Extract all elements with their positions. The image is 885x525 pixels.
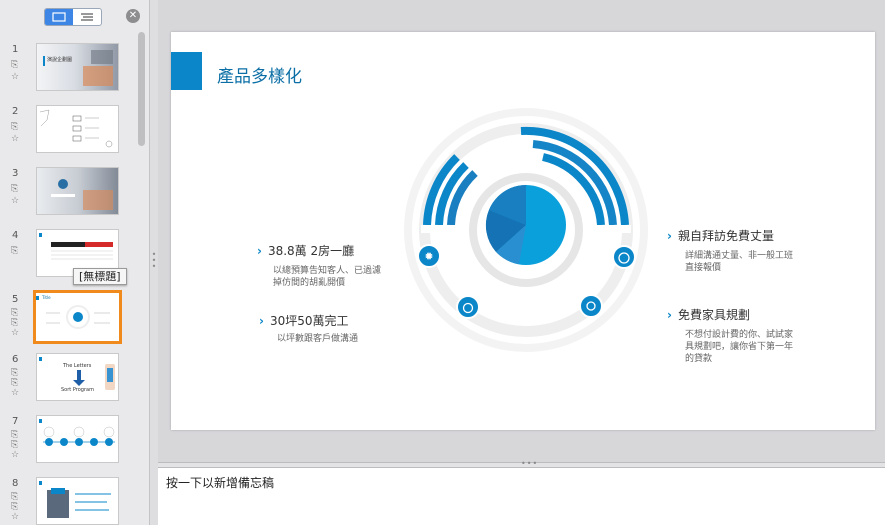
pie-chart <box>485 185 566 265</box>
slide-navigator: ✕ 1 ⎘ ☆ 演說企劃圖 2 ⎘ ☆ 3 ⎘ ☆ 4 ⎘ 5 ⎘ ⎘ ☆ Ti… <box>0 0 150 525</box>
gauge-icon <box>612 245 636 269</box>
chevron-right-icon: › <box>257 244 262 258</box>
bullet-area-body: 以坪數跟客戶做溝通 <box>277 334 359 344</box>
bullet-budget-title: 38.8萬 2房一廳 <box>267 244 355 258</box>
chevron-right-icon: › <box>667 308 672 322</box>
slide-number: 6 <box>12 354 19 365</box>
slide-6-heading-text: The Letters <box>63 363 92 369</box>
slide-editor[interactable]: 產品多樣化 ✹ › 38.8萬 2房一廳 以總預算告知客人、已過濾掉仿間的胡亂開… <box>171 32 875 430</box>
slide-thumbnail[interactable] <box>36 105 119 153</box>
navigator-toolbar: ✕ <box>0 0 150 32</box>
slide-number: 7 <box>12 416 19 427</box>
bullet-budget[interactable]: › 38.8萬 2房一廳 <box>257 242 354 259</box>
slide-link-icon: ⎘ <box>11 502 19 512</box>
slide-link-icon: ⎘ <box>11 492 19 502</box>
splitter-handle-icon: ••• <box>521 459 539 468</box>
slide-3-preview <box>37 168 118 214</box>
slide-link-icon: ⎘ <box>11 122 19 132</box>
slide-link-icon: ⎘ <box>11 246 19 256</box>
slide-6-subheading-text: Sort Program <box>61 387 94 393</box>
slide-8-preview <box>37 478 118 524</box>
star-icon: ☆ <box>11 388 20 398</box>
slide-thumbnail-row[interactable]: 1 ⎘ ☆ 演說企劃圖 <box>0 43 134 95</box>
slide-thumbnail-row[interactable]: 5 ⎘ ⎘ ☆ Title <box>0 290 134 345</box>
slide-number: 3 <box>12 168 19 179</box>
slide-number: 1 <box>12 44 19 55</box>
slide-title-tooltip: [無標題] <box>73 268 127 285</box>
slide-5-preview <box>36 293 119 341</box>
slide-1-title-text: 演說企劃圖 <box>47 57 73 63</box>
slide-link-icon: ⎘ <box>11 440 19 450</box>
star-icon: ☆ <box>11 450 20 460</box>
gear-icon: ✹ <box>417 244 441 268</box>
slide-thumbnail[interactable] <box>36 477 119 525</box>
stopwatch-icon <box>456 295 480 319</box>
slide-view-button[interactable] <box>45 9 73 25</box>
bullet-furniture-body: 不想付設計費的你、試試家具規劃吧，讓你省下第一年的貸款 <box>685 330 794 364</box>
slide-thumbnail-row[interactable]: 8 ⎘ ⎘ ☆ <box>0 477 134 525</box>
outline-view-button[interactable] <box>73 9 101 25</box>
slide-number: 2 <box>12 106 19 117</box>
star-icon: ☆ <box>11 512 20 522</box>
bullet-furniture-title: 免費家具規劃 <box>677 308 750 322</box>
close-icon[interactable]: ✕ <box>126 9 140 23</box>
slide-5-title-text: Title <box>42 295 51 300</box>
slide-2-preview <box>37 106 118 152</box>
bullet-budget-body: 以總預算告知客人、已過濾掉仿間的胡亂開價 <box>273 266 382 288</box>
view-mode-toggle <box>44 8 102 26</box>
bullet-measure-body: 詳細溝通丈量、非一般工班直接報價 <box>685 251 794 273</box>
scroll-thumb[interactable] <box>138 32 145 146</box>
star-icon: ☆ <box>11 72 20 82</box>
navigator-scrollbar[interactable] <box>136 32 146 525</box>
slide-thumbnail-row[interactable]: 7 ⎘ ⎘ ☆ <box>0 415 134 467</box>
slide-7-preview <box>37 416 118 462</box>
slide-thumbnail[interactable]: 演說企劃圖 <box>36 43 119 91</box>
slide-link-icon: ⎘ <box>11 308 19 318</box>
slide-1-preview <box>37 44 118 90</box>
slide-thumbnail[interactable] <box>36 167 119 215</box>
chevron-right-icon: › <box>667 229 672 243</box>
slide-link-icon: ⎘ <box>11 60 19 70</box>
slide-canvas: 產品多樣化 ✹ › 38.8萬 2房一廳 以總預算告知客人、已過濾掉仿間的胡亂開… <box>158 0 885 462</box>
bullet-area-title: 30坪50萬完工 <box>269 314 349 328</box>
slide-thumbnail-row[interactable]: 3 ⎘ ☆ <box>0 167 134 219</box>
slide-thumbnail-row[interactable]: 6 ⎘ ⎘ ☆ The Letters Sort Program <box>0 353 134 405</box>
slide-number: 8 <box>12 478 19 489</box>
slide-number: 5 <box>12 294 19 305</box>
slide-6-preview <box>37 354 118 400</box>
slide-view-icon <box>52 12 66 22</box>
notes-placeholder: 按一下以新增備忘稿 <box>166 476 275 490</box>
splitter-handle-icon: ••• <box>151 250 157 271</box>
speaker-notes[interactable]: 按一下以新增備忘稿 <box>158 468 885 525</box>
bullet-measure[interactable]: › 親自拜訪免費丈量 <box>667 227 774 244</box>
slide-link-icon: ⎘ <box>11 378 19 388</box>
slide-thumbnail[interactable]: The Letters Sort Program <box>36 353 119 401</box>
slide-thumbnail[interactable] <box>36 415 119 463</box>
slide-thumbnail-row[interactable]: 2 ⎘ ☆ <box>0 105 134 157</box>
slide-link-icon: ⎘ <box>11 318 19 328</box>
target-icon <box>579 294 603 318</box>
bullet-measure-title: 親自拜訪免費丈量 <box>677 229 774 243</box>
outline-view-icon <box>81 13 93 21</box>
star-icon: ☆ <box>11 134 20 144</box>
slide-link-icon: ⎘ <box>11 430 19 440</box>
star-icon: ☆ <box>11 328 20 338</box>
navigator-splitter[interactable]: • • • <box>150 0 158 525</box>
star-icon: ☆ <box>11 196 20 206</box>
slide-number: 4 <box>12 230 19 241</box>
slide-thumbnail-selected[interactable]: Title <box>33 290 122 344</box>
chevron-right-icon: › <box>259 314 264 328</box>
slide-link-icon: ⎘ <box>11 368 19 378</box>
bullet-furniture[interactable]: › 免費家具規劃 <box>667 306 750 323</box>
slide-link-icon: ⎘ <box>11 184 19 194</box>
svg-text:✹: ✹ <box>424 250 433 263</box>
bullet-area[interactable]: › 30坪50萬完工 <box>259 312 349 329</box>
